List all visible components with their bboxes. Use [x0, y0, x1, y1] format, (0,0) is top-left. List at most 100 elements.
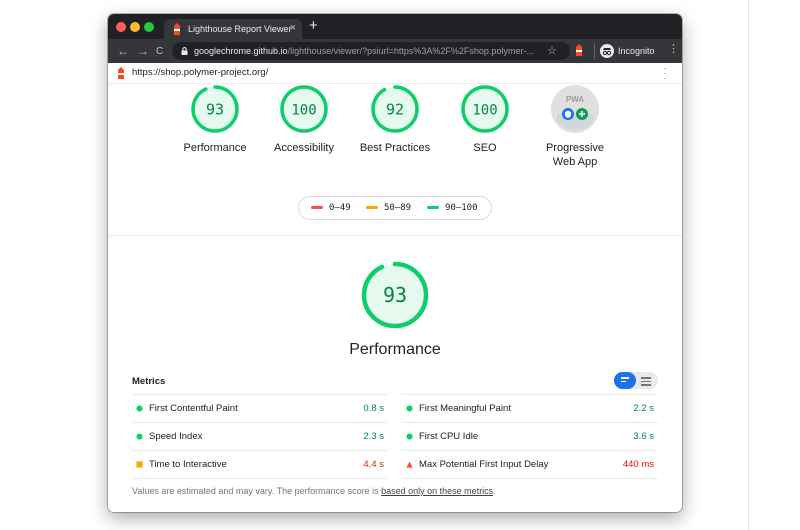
scoring-link[interactable]: based only on these metrics — [381, 486, 493, 496]
summary-view-icon — [621, 377, 631, 384]
performance-title: Performance — [349, 341, 441, 358]
pass-circle-icon — [406, 433, 413, 440]
title-bar: Lighthouse Report Viewer × + — [108, 14, 682, 39]
metric-first-contentful-paint: First Contentful Paint 0.8 s — [132, 394, 388, 422]
metric-speed-index: Speed Index 2.3 s — [132, 422, 388, 450]
legend-fail-swatch — [311, 206, 323, 209]
metrics-title: Metrics — [132, 376, 166, 387]
gauge-performance[interactable]: 93 Performance — [165, 84, 265, 155]
tab-title: Lighthouse Report Viewer — [188, 24, 292, 34]
browser-menu-icon[interactable]: ⋮ — [668, 44, 679, 55]
gauge-best-practices-score: 92 — [386, 101, 404, 119]
incognito-icon — [600, 44, 614, 58]
url-text: googlechrome.github.io/lighthouse/viewer… — [194, 46, 534, 56]
performance-gauge-large: 93 — [361, 261, 429, 329]
legend-pass-swatch — [427, 206, 439, 209]
pwa-badge-text: PWA — [566, 95, 584, 104]
metric-value: 2.2 s — [633, 403, 654, 414]
incognito-indicator[interactable]: Incognito — [594, 43, 655, 59]
lighthouse-favicon-icon — [174, 23, 180, 35]
report-menu-icon[interactable]: · · · — [662, 64, 668, 83]
legend-average: 50–89 — [366, 203, 411, 213]
score-legend: 0–49 50–89 90–100 — [298, 196, 492, 220]
legend-pass: 90–100 — [427, 203, 478, 213]
pass-circle-icon — [136, 405, 143, 412]
toggle-summary-view[interactable] — [614, 372, 636, 389]
metric-name: First CPU Idle — [419, 431, 479, 442]
metrics-header: Metrics — [132, 372, 658, 392]
gauge-seo-label: SEO — [473, 142, 497, 154]
gauge-seo-score: 100 — [472, 103, 497, 119]
forward-button[interactable]: → — [137, 44, 149, 58]
metric-max-potential-fid: Max Potential First Input Delay 440 ms — [402, 450, 658, 479]
bookmark-star-icon[interactable]: ☆ — [547, 44, 557, 57]
gauge-accessibility-score: 100 — [291, 103, 316, 119]
performance-score-large: 93 — [383, 283, 407, 307]
reload-button[interactable]: C — [156, 45, 163, 59]
metrics-view-toggle[interactable] — [614, 372, 658, 389]
footnote-text: Values are estimated and may vary. The p… — [132, 486, 382, 496]
lighthouse-logo-icon — [118, 67, 124, 79]
url-host: googlechrome.github.io — [194, 46, 288, 56]
metric-value: 4.4 s — [363, 459, 384, 470]
address-bar[interactable]: googlechrome.github.io/lighthouse/viewer… — [172, 42, 570, 60]
gauge-accessibility-label: Accessibility — [274, 142, 334, 154]
incognito-label: Incognito — [618, 46, 655, 56]
metric-value: 440 ms — [622, 459, 654, 470]
metric-time-to-interactive: Time to Interactive 4.4 s — [132, 450, 388, 479]
gauge-performance-ring: 93 — [191, 85, 239, 133]
minimize-window-button[interactable] — [130, 22, 140, 32]
tab-close-icon[interactable]: × — [290, 22, 296, 34]
gauge-seo[interactable]: 100 SEO — [435, 84, 535, 155]
gauge-best-practices-ring: 92 — [371, 85, 419, 133]
page-border — [748, 0, 749, 530]
new-tab-button[interactable]: + — [309, 18, 318, 34]
metric-name: Speed Index — [149, 431, 203, 442]
gauge-pwa-label: Progressive Web App — [525, 141, 625, 169]
gauge-performance-label: Performance — [183, 142, 247, 154]
legend-average-swatch — [366, 206, 378, 209]
report-header: https://shop.polymer-project.org/ · · · — [108, 63, 682, 84]
metrics-column-left: First Contentful Paint 0.8 s Speed Index… — [132, 394, 388, 479]
metric-first-meaningful-paint: First Meaningful Paint 2.2 s — [402, 394, 658, 422]
browser-window: Lighthouse Report Viewer × + ← → C googl… — [108, 14, 682, 512]
gauge-accessibility[interactable]: 100 Accessibility — [254, 84, 354, 155]
gauge-accessibility-ring: 100 — [280, 85, 328, 133]
pwa-badge-icon: PWA — [551, 85, 599, 133]
legend-average-label: 50–89 — [384, 203, 412, 213]
metric-name: Time to Interactive — [149, 459, 227, 470]
lighthouse-extension-icon[interactable] — [574, 44, 584, 56]
gauge-best-practices-label: Best Practices — [359, 142, 431, 154]
back-button[interactable]: ← — [117, 44, 129, 58]
pass-circle-icon — [406, 405, 413, 412]
browser-toolbar: ← → C googlechrome.github.io/lighthouse/… — [108, 39, 682, 63]
metrics-column-right: First Meaningful Paint 2.2 s First CPU I… — [402, 394, 658, 479]
metric-name: First Contentful Paint — [149, 403, 238, 414]
gauge-pwa[interactable]: PWA Progressive Web App — [525, 84, 625, 169]
url-path: /lighthouse/viewer/?psiurl=https%3A%2F%2… — [287, 46, 534, 56]
legend-fail-label: 0–49 — [329, 203, 351, 213]
gauge-pwa-label-line2: Web App — [552, 156, 598, 168]
legend-fail: 0–49 — [311, 203, 351, 213]
detailed-view-icon[interactable] — [641, 377, 651, 388]
section-divider — [108, 235, 682, 236]
gauge-performance-score: 93 — [206, 101, 224, 119]
fail-triangle-icon — [406, 461, 413, 468]
metric-value: 0.8 s — [363, 403, 384, 414]
maximize-window-button[interactable] — [144, 22, 154, 32]
legend-pass-label: 90–100 — [445, 203, 478, 213]
performance-section: 93 Performance — [108, 260, 682, 359]
metrics-footnote: Values are estimated and may vary. The p… — [132, 486, 496, 496]
gauge-seo-ring: 100 — [461, 85, 509, 133]
metric-name: First Meaningful Paint — [419, 403, 511, 414]
metric-value: 3.6 s — [633, 431, 654, 442]
report-url[interactable]: https://shop.polymer-project.org/ — [132, 67, 268, 78]
metric-first-cpu-idle: First CPU Idle 3.6 s — [402, 422, 658, 450]
close-window-button[interactable] — [116, 22, 126, 32]
metric-value: 2.3 s — [363, 431, 384, 442]
pass-circle-icon — [136, 433, 143, 440]
gauge-best-practices[interactable]: 92 Best Practices — [345, 84, 445, 155]
browser-tab[interactable]: Lighthouse Report Viewer × — [164, 19, 302, 39]
average-square-icon — [136, 461, 143, 468]
metric-name: Max Potential First Input Delay — [419, 459, 549, 470]
